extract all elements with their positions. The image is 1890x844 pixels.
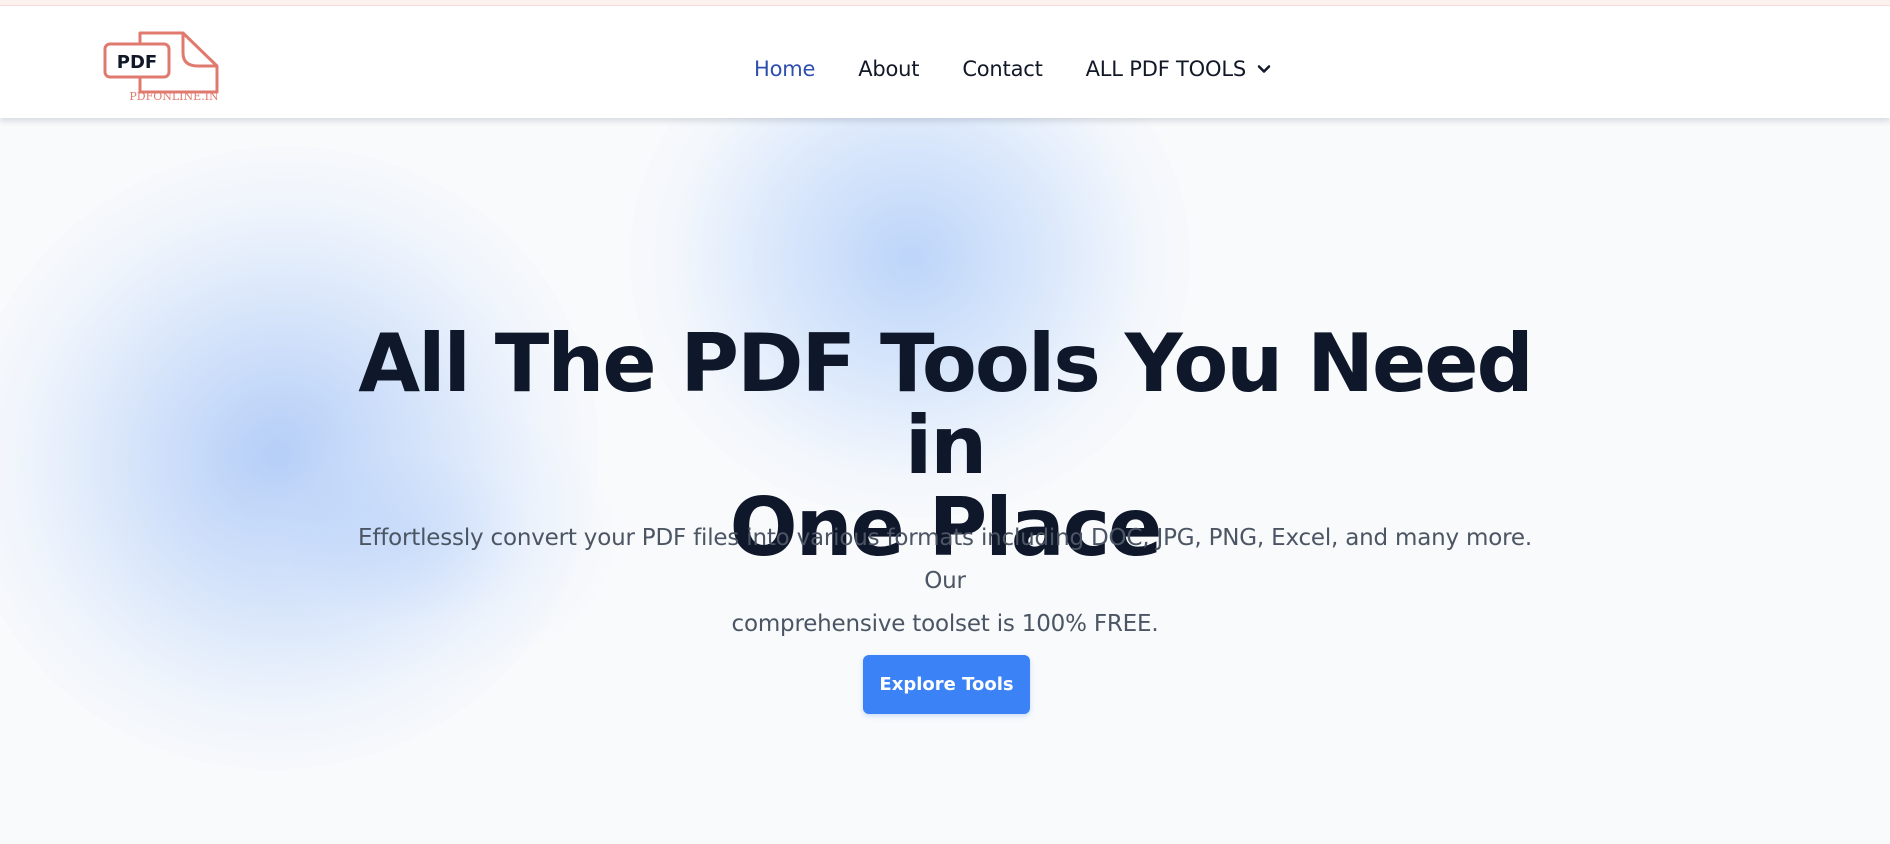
- hero-content: All The PDF Tools You Need in One Place …: [0, 118, 1890, 844]
- nav-about[interactable]: About: [858, 57, 919, 81]
- top-strip: [0, 0, 1890, 6]
- nav-all-pdf-tools[interactable]: ALL PDF TOOLS: [1086, 57, 1247, 81]
- nav-all-pdf-tools-dropdown[interactable]: ALL PDF TOOLS: [1086, 57, 1272, 81]
- hero-subtitle-line-1: Effortlessly convert your PDF files into…: [358, 525, 1532, 594]
- hero-subtitle: Effortlessly convert your PDF files into…: [355, 517, 1535, 646]
- explore-tools-button[interactable]: Explore Tools: [863, 655, 1030, 714]
- hero-title-line-1: All The PDF Tools You Need in: [358, 317, 1534, 492]
- pdf-logo-icon: PDF PDFONLINE.IN: [103, 31, 219, 103]
- main-nav: Home About Contact ALL PDF TOOLS: [754, 51, 1272, 87]
- chevron-down-icon[interactable]: [1256, 61, 1272, 77]
- nav-home[interactable]: Home: [754, 57, 815, 81]
- hero-section: All The PDF Tools You Need in One Place …: [0, 118, 1890, 844]
- nav-contact[interactable]: Contact: [962, 57, 1043, 81]
- logo-badge-text: PDF: [117, 52, 157, 73]
- site-logo[interactable]: PDF PDFONLINE.IN: [102, 26, 226, 104]
- hero-subtitle-line-2: comprehensive toolset is 100% FREE.: [731, 611, 1159, 637]
- logo-domain-text: PDFONLINE.IN: [129, 90, 219, 103]
- navbar: PDF PDFONLINE.IN Home About Contact ALL …: [0, 6, 1890, 118]
